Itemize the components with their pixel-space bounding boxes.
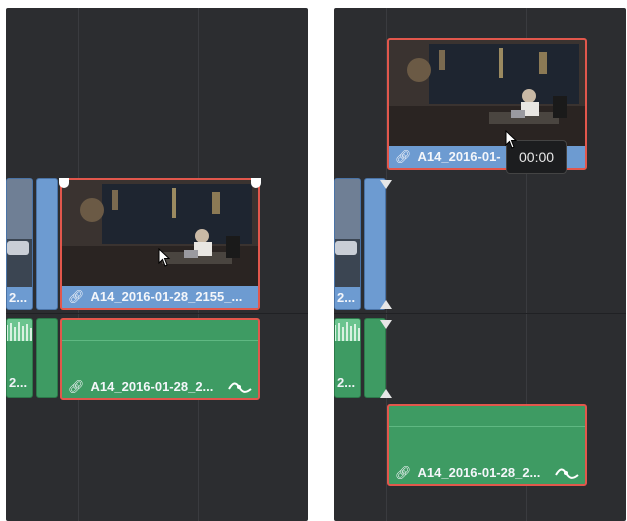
edit-point-triangle-icon	[380, 180, 392, 189]
clip-label: 2...	[335, 287, 360, 309]
clip-label: 2...	[337, 375, 356, 390]
edit-point-triangle-icon	[380, 389, 392, 398]
video-clip-small[interactable]	[36, 178, 58, 310]
audio-clip-dragged[interactable]: 🔗︎ A14_2016-01-28_2...	[387, 404, 587, 486]
audio-level-line	[62, 340, 258, 341]
audio-waveform	[7, 319, 32, 341]
audio-level-line	[389, 426, 585, 427]
trim-handle-right[interactable]	[251, 178, 261, 188]
audio-clip-small[interactable]	[364, 318, 386, 398]
clip-label: 2...	[7, 287, 32, 309]
link-icon: 🔗︎	[395, 465, 412, 480]
clip-label: A14_2016-01-28_2...	[417, 465, 541, 480]
link-icon: 🔗︎	[68, 379, 85, 394]
track-divider	[334, 313, 626, 314]
timeline-panel-after: 🔗︎ A14_2016-01- 00:00 2... 2... 🔗︎ A14_2…	[334, 8, 626, 521]
audio-clip-small[interactable]	[36, 318, 58, 398]
clip-label: A14_2016-01-	[417, 149, 501, 164]
video-clip-partial[interactable]: 2...	[334, 178, 361, 310]
audio-clip-selected[interactable]: 🔗︎ A14_2016-01-28_2...	[60, 318, 260, 400]
audio-waveform	[335, 319, 360, 341]
audio-clip-partial[interactable]: 2...	[6, 318, 33, 398]
clip-label: A14_2016-01-28_2...	[90, 379, 214, 394]
video-clip-selected[interactable]: 🔗︎ A14_2016-01-28_2155_...	[60, 178, 260, 310]
clip-label: 2...	[9, 375, 28, 390]
video-clip-small[interactable]	[364, 178, 386, 310]
trim-handle-left[interactable]	[59, 178, 69, 188]
audio-clip-partial[interactable]: 2...	[334, 318, 361, 398]
track-divider	[6, 313, 308, 314]
clip-name: 🔗︎ A14_2016-01-28_2155_...	[62, 286, 258, 308]
clip-thumbnail	[7, 179, 32, 289]
edit-point-triangle-icon	[380, 320, 392, 329]
clip-label: A14_2016-01-28_2155_...	[90, 289, 243, 304]
link-icon: 🔗︎	[68, 289, 85, 304]
edit-point-triangle-icon	[380, 300, 392, 309]
video-clip-partial[interactable]: 2...	[6, 178, 33, 310]
mouse-pointer-icon	[505, 130, 518, 149]
timeline-panel-before: 2... 🔗︎ A14_2016-01-28_2155_... 2... 🔗︎ …	[6, 8, 308, 521]
office-night-scene	[389, 40, 585, 146]
office-night-scene	[62, 180, 258, 286]
tooltip-timecode: 00:00	[519, 149, 555, 165]
link-icon: 🔗︎	[395, 149, 412, 164]
curve-icon[interactable]	[555, 467, 579, 481]
clip-thumbnail	[62, 180, 258, 286]
curve-icon[interactable]	[228, 381, 252, 395]
clip-thumbnail	[389, 40, 585, 146]
clip-thumbnail	[335, 179, 360, 289]
mouse-pointer-icon	[158, 248, 171, 267]
